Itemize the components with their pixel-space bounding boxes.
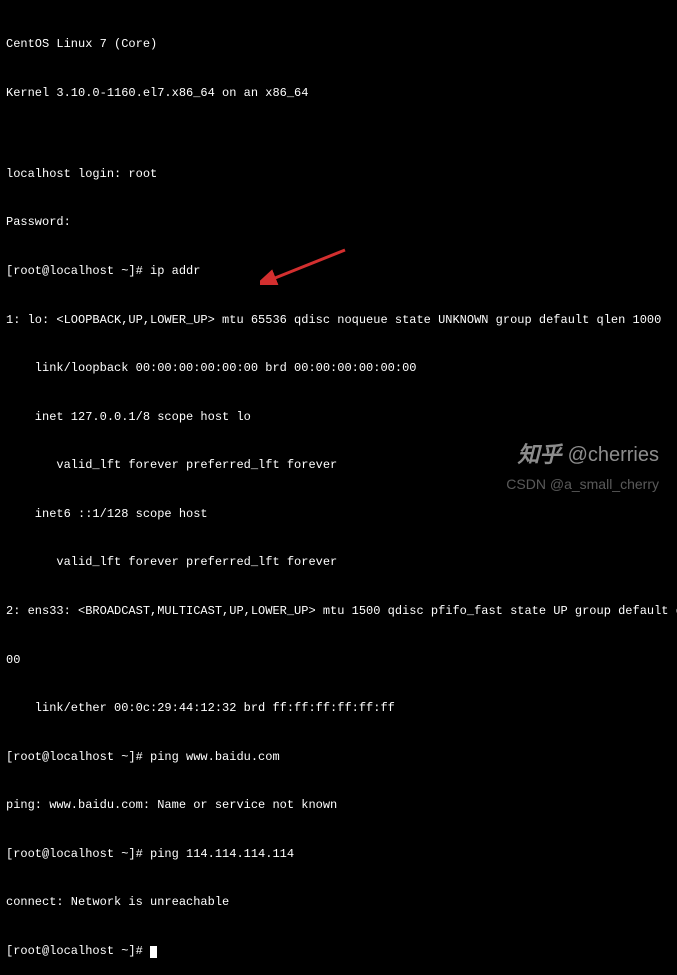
terminal-line: 2: ens33: <BROADCAST,MULTICAST,UP,LOWER_… — [6, 603, 671, 619]
terminal-line: [root@localhost ~]# ping 114.114.114.114 — [6, 846, 671, 862]
terminal-line: 1: lo: <LOOPBACK,UP,LOWER_UP> mtu 65536 … — [6, 312, 671, 328]
terminal-line: link/loopback 00:00:00:00:00:00 brd 00:0… — [6, 360, 671, 376]
terminal-line: Kernel 3.10.0-1160.el7.x86_64 on an x86_… — [6, 85, 671, 101]
zhihu-logo-text: 知乎 — [518, 440, 562, 470]
watermark-zhihu: 知乎 @cherries — [518, 440, 659, 470]
terminal-line: Password: — [6, 214, 671, 230]
terminal-line: localhost login: root — [6, 166, 671, 182]
terminal-line: connect: Network is unreachable — [6, 894, 671, 910]
terminal-line: valid_lft forever preferred_lft forever — [6, 554, 671, 570]
terminal-line: link/ether 00:0c:29:44:12:32 brd ff:ff:f… — [6, 700, 671, 716]
terminal-line: [root@localhost ~]# ping www.baidu.com — [6, 749, 671, 765]
terminal-prompt-line: [root@localhost ~]# — [6, 943, 671, 959]
terminal-line: CentOS Linux 7 (Core) — [6, 36, 671, 52]
terminal-line: [root@localhost ~]# ip addr — [6, 263, 671, 279]
terminal-line: inet 127.0.0.1/8 scope host lo — [6, 409, 671, 425]
cursor-icon — [150, 946, 157, 958]
watermark-csdn: CSDN @a_small_cherry — [506, 475, 659, 494]
terminal-prompt-text: [root@localhost ~]# — [6, 944, 150, 958]
terminal-line: ping: www.baidu.com: Name or service not… — [6, 797, 671, 813]
terminal-line: 00 — [6, 652, 671, 668]
zhihu-username: @cherries — [568, 442, 659, 469]
terminal-line: inet6 ::1/128 scope host — [6, 506, 671, 522]
